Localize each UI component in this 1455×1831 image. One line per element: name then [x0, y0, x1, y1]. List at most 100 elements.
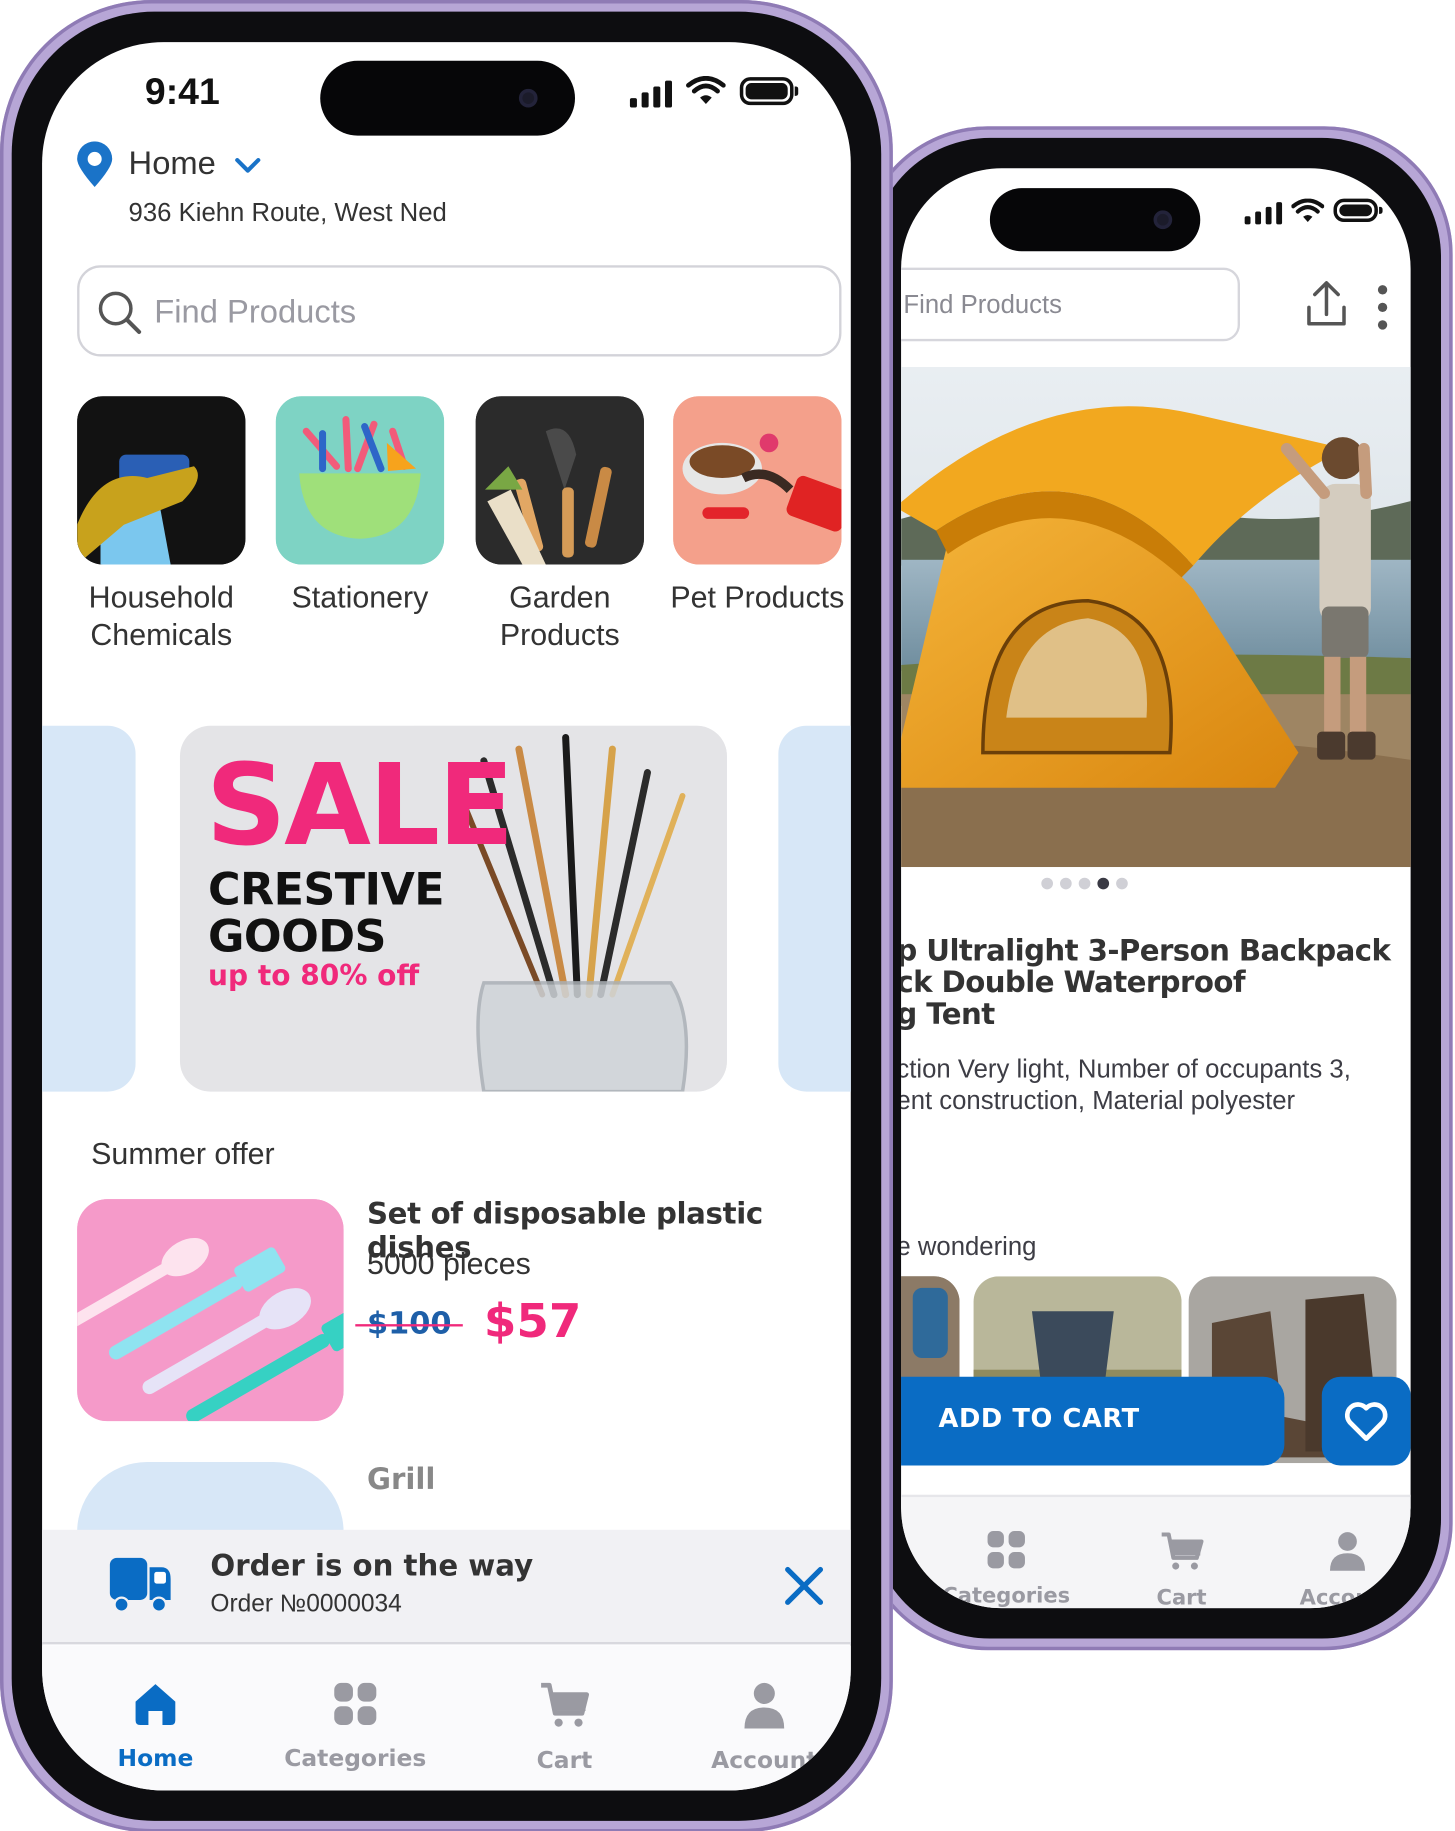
- section-heading: Summer offer: [91, 1135, 275, 1172]
- related-heading: e wondering: [901, 1231, 1037, 1262]
- grid-icon: [334, 1682, 377, 1726]
- category-label: Household Chemicals: [88, 579, 234, 653]
- order-status-title: Order is on the way: [210, 1548, 534, 1583]
- pagination-dot-active[interactable]: [1097, 877, 1110, 890]
- tab-categories[interactable]: Categories: [924, 1530, 1088, 1608]
- search-field[interactable]: Find Products: [901, 267, 1240, 342]
- garden-tools-illustration: [475, 396, 644, 565]
- tab-categories[interactable]: Categories: [256, 1681, 455, 1772]
- product-detail-screen: Find Products Ultralight 3-Person Backpa…: [901, 168, 1411, 1609]
- banner-next-card[interactable]: [778, 725, 851, 1092]
- search-placeholder: Find Products: [903, 289, 1063, 320]
- front-phone-bezel: 9:41 Home 936 Kiehn Route, West Ned Find…: [11, 11, 882, 1821]
- add-to-cart-button[interactable]: ADD TO CART: [901, 1376, 1285, 1466]
- map-pin-icon[interactable]: [75, 141, 115, 188]
- category-household-chemicals[interactable]: Household Chemicals: [68, 396, 255, 653]
- back-phone-bezel: Find Products Ultralight 3-Person Backpa…: [870, 137, 1442, 1639]
- tab-label: Home: [117, 1743, 194, 1772]
- category-image: [77, 396, 246, 565]
- tab-label: Cart: [536, 1746, 593, 1775]
- plastic-spoons-illustration: [77, 1199, 344, 1422]
- delivery-truck-icon: [109, 1557, 171, 1613]
- tab-label: Account: [1299, 1585, 1396, 1609]
- product-photo-tent[interactable]: [901, 366, 1411, 868]
- tab-label: Categories: [284, 1743, 427, 1772]
- pagination-dot[interactable]: [1041, 877, 1053, 890]
- battery-icon: [739, 77, 799, 106]
- cellular-signal-icon: [629, 80, 673, 108]
- category-garden-products[interactable]: Garden Products: [466, 396, 653, 653]
- banner-discount: up to 80% off: [208, 959, 420, 993]
- offer-image[interactable]: [77, 1199, 344, 1422]
- category-stationery[interactable]: Stationery: [266, 396, 453, 616]
- tab-cart[interactable]: Cart: [465, 1681, 664, 1774]
- search-icon: [98, 291, 142, 334]
- category-label: Pet Products: [670, 579, 845, 615]
- location-label[interactable]: Home: [129, 145, 216, 182]
- category-label: Stationery: [291, 579, 429, 615]
- order-number: Order №0000034: [210, 1590, 402, 1618]
- banner-subtitle: CRESTIVE GOODS: [208, 863, 445, 962]
- wifi-icon: [1291, 198, 1325, 223]
- tab-label: Account: [711, 1746, 818, 1775]
- pagination-dot[interactable]: [1060, 877, 1072, 890]
- status-time: 9:41: [144, 70, 220, 113]
- search-input[interactable]: [154, 286, 809, 338]
- user-icon: [744, 1682, 785, 1729]
- pagination-dot[interactable]: [1116, 877, 1128, 890]
- add-to-cart-label: ADD TO CART: [938, 1404, 1140, 1434]
- product-title: p Ultralight 3-Person Backpack ck Double…: [901, 933, 1391, 1031]
- banner-headline: SALE: [205, 739, 515, 871]
- front-phone-frame: 9:41 Home 936 Kiehn Route, West Ned Find…: [0, 0, 893, 1831]
- chevron-down-icon[interactable]: [234, 157, 262, 176]
- order-status-bar[interactable]: Order is on the way Order №0000034: [42, 1529, 851, 1645]
- battery-icon: [1333, 198, 1383, 223]
- category-pet-products[interactable]: Pet Products: [664, 396, 851, 616]
- cart-icon: [541, 1682, 590, 1727]
- wifi-icon: [686, 75, 726, 105]
- dynamic-island: [320, 60, 576, 136]
- heart-icon: [1344, 1402, 1388, 1442]
- search-field[interactable]: [77, 265, 842, 357]
- category-label: Garden Products: [499, 579, 620, 653]
- dynamic-island: [989, 188, 1201, 252]
- share-icon[interactable]: [1303, 279, 1350, 330]
- sale-price: $57: [483, 1294, 582, 1349]
- pet-products-illustration: [673, 396, 842, 565]
- spray-bottle-illustration: [77, 396, 246, 565]
- cellular-signal-icon: [1244, 202, 1283, 225]
- close-icon[interactable]: [781, 1563, 828, 1610]
- tab-account[interactable]: Account: [665, 1681, 851, 1774]
- camera-icon: [1153, 210, 1173, 230]
- product-description: ction Very light, Number of occupants 3,…: [901, 1054, 1351, 1115]
- camera-icon: [518, 88, 538, 108]
- tab-home[interactable]: Home: [56, 1681, 255, 1772]
- sale-banner[interactable]: SALE CRESTIVE GOODS up to 80% off: [179, 725, 727, 1092]
- category-image: [673, 396, 842, 565]
- banner-prev-card[interactable]: [42, 725, 136, 1092]
- location-address: 936 Kiehn Route, West Ned: [128, 197, 447, 227]
- tab-account[interactable]: Account: [1266, 1530, 1411, 1608]
- grid-icon: [987, 1530, 1025, 1569]
- bottom-tab-bar: Categories Cart Account: [901, 1494, 1411, 1609]
- tent-illustration: [901, 366, 1411, 868]
- ui-canvas: Find Products Ultralight 3-Person Backpa…: [0, 0, 1455, 1831]
- home-screen: 9:41 Home 936 Kiehn Route, West Ned Find…: [42, 42, 851, 1791]
- user-icon: [1329, 1532, 1366, 1571]
- tab-label: Categories: [942, 1583, 1071, 1609]
- grill-title[interactable]: Grill: [367, 1462, 435, 1496]
- bottom-tab-bar: Home Categories Cart Account: [42, 1645, 851, 1791]
- more-options-icon[interactable]: [1376, 284, 1390, 331]
- cart-icon: [1161, 1532, 1204, 1570]
- stationery-illustration: [275, 396, 445, 565]
- category-image: [275, 396, 445, 565]
- pagination-dot[interactable]: [1078, 877, 1091, 890]
- favorite-button[interactable]: [1321, 1376, 1411, 1466]
- tab-label: Cart: [1156, 1585, 1207, 1609]
- tab-cart[interactable]: Cart: [1100, 1530, 1264, 1608]
- offer-quantity: 5000 pieces: [366, 1245, 531, 1281]
- gallery-pagination[interactable]: [1041, 877, 1128, 890]
- category-image: [475, 396, 644, 565]
- home-icon: [135, 1684, 176, 1726]
- old-price: $100: [355, 1306, 464, 1342]
